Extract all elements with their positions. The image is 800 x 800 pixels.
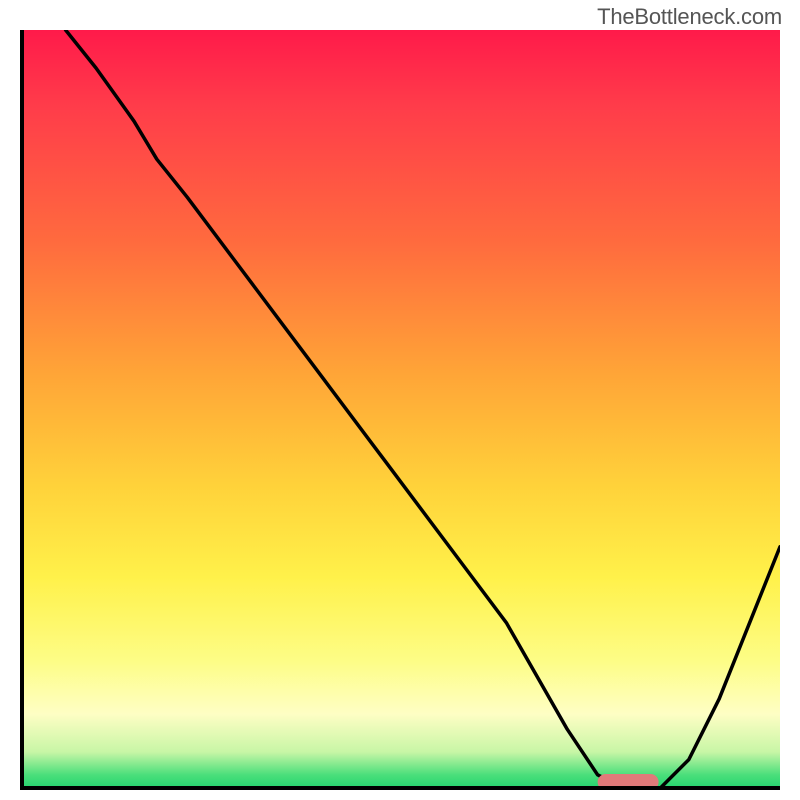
chart-container: TheBottleneck.com (0, 0, 800, 800)
curve-layer (20, 30, 780, 790)
bottleneck-curve (66, 30, 780, 790)
optimum-marker (598, 774, 659, 790)
plot-area (20, 30, 780, 790)
watermark-text: TheBottleneck.com (597, 4, 782, 30)
